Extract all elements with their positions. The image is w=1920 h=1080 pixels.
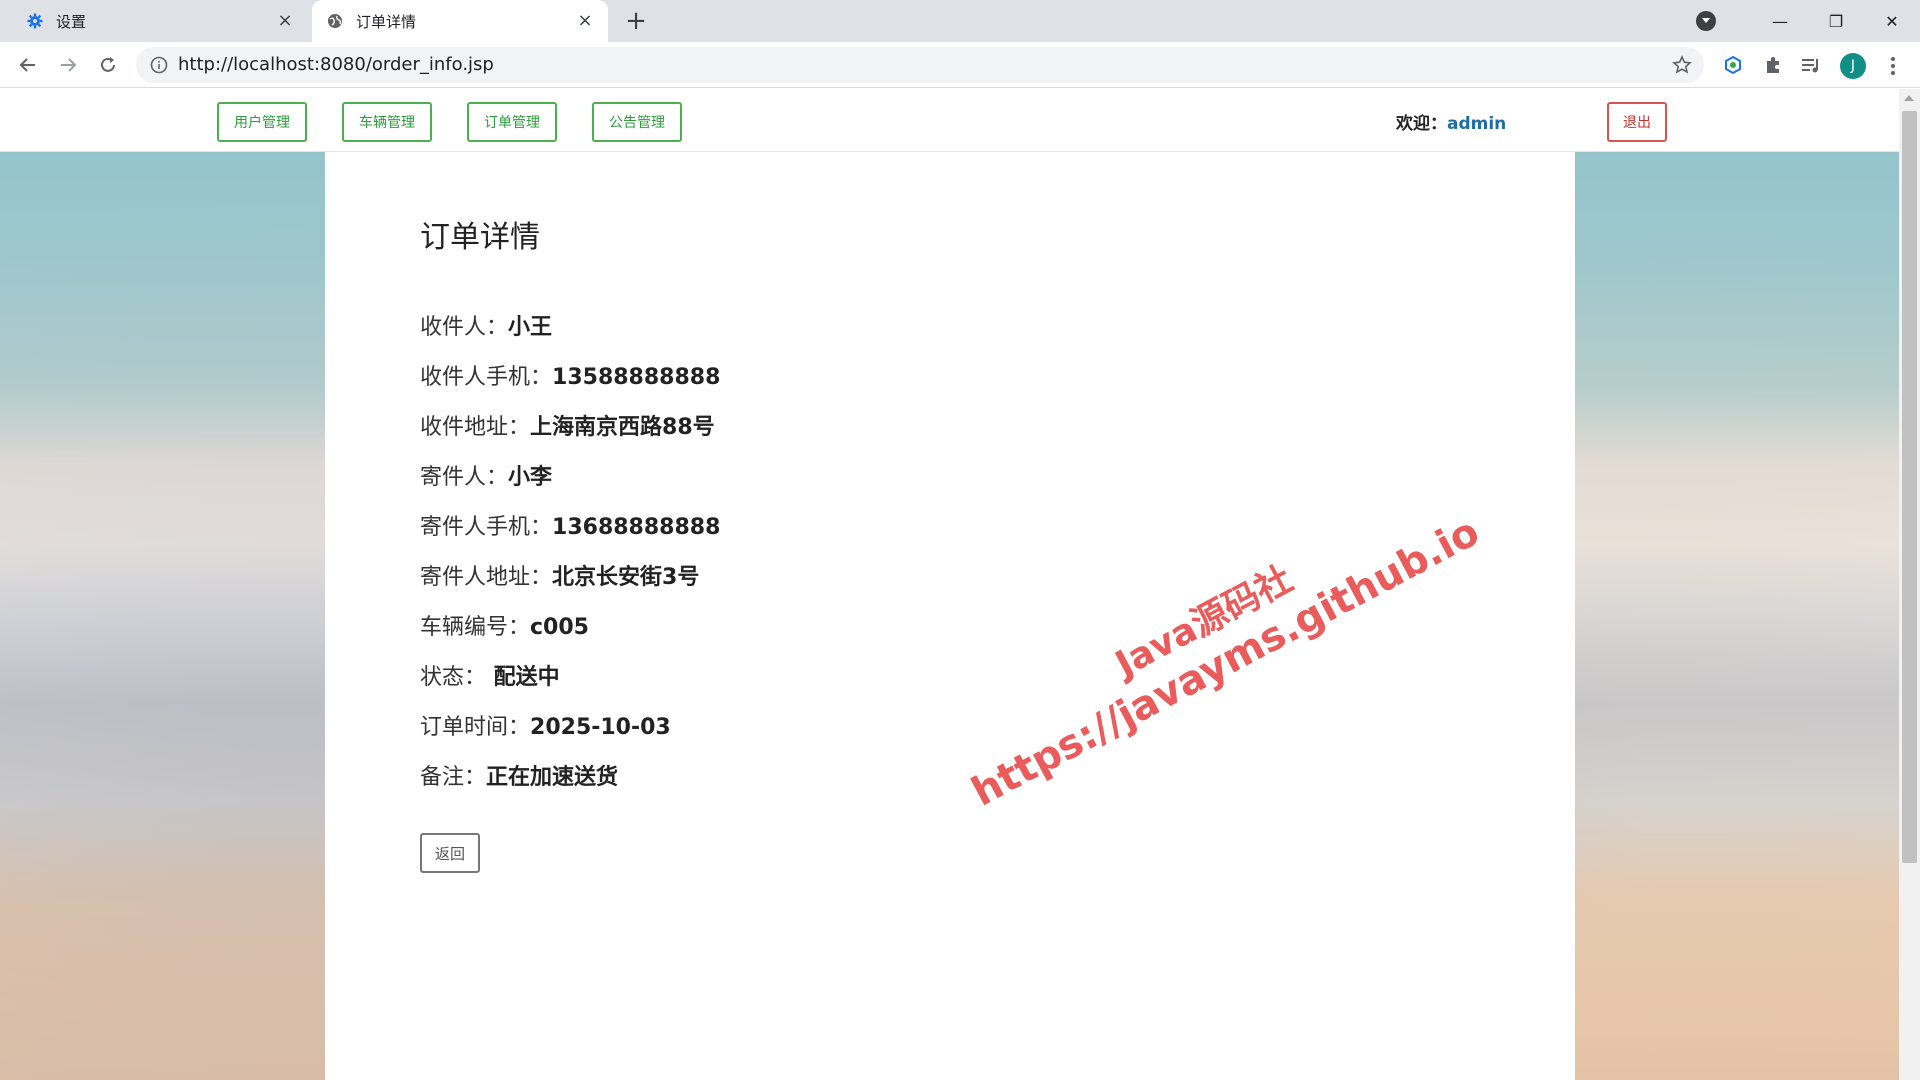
field-recipient-address: 收件地址：上海南京西路88号 <box>420 409 715 441</box>
field-label: 状态： <box>420 665 487 690</box>
field-recipient: 收件人：小王 <box>420 309 552 341</box>
extensions-puzzle-icon[interactable] <box>1762 54 1784 76</box>
address-bar[interactable]: http://localhost:8080/order_info.jsp <box>136 47 1704 83</box>
field-label: 收件人手机： <box>420 365 553 390</box>
extension-hex-icon[interactable] <box>1722 54 1744 76</box>
close-window-icon[interactable]: ✕ <box>1864 0 1920 42</box>
nav-order-management[interactable]: 订单管理 <box>467 102 557 142</box>
field-value: 上海南京西路88号 <box>530 415 715 440</box>
close-tab-icon[interactable]: × <box>576 12 594 30</box>
field-remark: 备注：正在加速送货 <box>420 759 618 791</box>
scrollbar-thumb[interactable] <box>1902 111 1917 863</box>
field-value: 小王 <box>508 315 553 340</box>
field-value: c005 <box>530 615 589 640</box>
field-value: 13588888888 <box>552 365 721 390</box>
username[interactable]: admin <box>1447 114 1506 134</box>
media-queue-icon[interactable] <box>1800 54 1822 76</box>
forward-arrow-icon[interactable] <box>54 51 82 79</box>
field-label: 寄件人地址： <box>420 565 553 590</box>
page-title: 订单详情 <box>420 220 540 255</box>
field-value: 13688888888 <box>552 515 721 540</box>
globe-icon <box>326 12 344 30</box>
site-info-icon[interactable] <box>150 56 168 74</box>
field-label: 收件地址： <box>420 415 531 440</box>
tab-order-info[interactable]: 订单详情 × <box>312 0 608 42</box>
url-text[interactable]: http://localhost:8080/order_info.jsp <box>178 47 494 83</box>
close-tab-icon[interactable]: × <box>276 12 294 30</box>
field-sender-phone: 寄件人手机：13688888888 <box>420 509 720 541</box>
field-label: 收件人： <box>420 315 509 340</box>
field-value: 正在加速送货 <box>486 765 619 790</box>
tab-title: 订单详情 <box>356 12 417 31</box>
profile-avatar[interactable]: J <box>1840 53 1866 79</box>
nav-user-management[interactable]: 用户管理 <box>217 102 307 142</box>
window-controls: — ❐ ✕ <box>1696 0 1920 42</box>
logout-button[interactable]: 退出 <box>1607 102 1667 142</box>
browser-menu-icon[interactable] <box>1886 55 1900 77</box>
restore-icon[interactable]: ❐ <box>1808 0 1864 42</box>
field-vehicle-number: 车辆编号：c005 <box>420 609 589 641</box>
tab-settings[interactable]: 设置 × <box>10 0 308 42</box>
tab-title: 设置 <box>56 12 87 31</box>
field-label: 备注： <box>420 765 487 790</box>
welcome-text: 欢迎：admin <box>1396 109 1506 134</box>
field-value: 小李 <box>508 465 553 490</box>
field-label: 寄件人： <box>420 465 509 490</box>
page-scrollbar[interactable] <box>1899 89 1920 1080</box>
field-value: 北京长安街3号 <box>552 565 700 590</box>
field-label: 车辆编号： <box>420 615 531 640</box>
order-detail-panel: 订单详情 收件人：小王 收件人手机：13588888888 收件地址：上海南京西… <box>325 152 1575 1080</box>
field-sender-address: 寄件人地址：北京长安街3号 <box>420 559 699 591</box>
field-status: 状态： 配送中 <box>420 659 560 691</box>
admin-top-nav: 用户管理 车辆管理 订单管理 公告管理 欢迎：admin 退出 <box>0 89 1899 152</box>
back-button[interactable]: 返回 <box>420 833 480 873</box>
browser-tab-strip: 设置 × 订单详情 × + — ❐ ✕ <box>0 0 1920 42</box>
field-label: 寄件人手机： <box>420 515 553 540</box>
field-sender: 寄件人：小李 <box>420 459 552 491</box>
page-viewport: 用户管理 车辆管理 订单管理 公告管理 欢迎：admin 退出 订单详情 收件人… <box>0 89 1899 1080</box>
minimize-icon[interactable]: — <box>1752 0 1808 42</box>
field-order-time: 订单时间：2025-10-03 <box>420 709 671 741</box>
welcome-label: 欢迎： <box>1396 114 1447 134</box>
tab-search-icon[interactable] <box>1696 11 1716 31</box>
field-label: 订单时间： <box>420 715 531 740</box>
browser-toolbar: http://localhost:8080/order_info.jsp <box>0 42 1920 88</box>
reload-icon[interactable] <box>94 51 122 79</box>
field-value: 2025-10-03 <box>530 715 671 740</box>
back-arrow-icon[interactable] <box>14 51 42 79</box>
bookmark-star-icon[interactable] <box>1672 55 1692 75</box>
new-tab-button[interactable]: + <box>622 8 650 36</box>
gear-icon <box>26 12 44 30</box>
nav-vehicle-management[interactable]: 车辆管理 <box>342 102 432 142</box>
scroll-up-arrow-icon[interactable] <box>1904 95 1914 101</box>
field-recipient-phone: 收件人手机：13588888888 <box>420 359 720 391</box>
nav-announcement-management[interactable]: 公告管理 <box>592 102 682 142</box>
field-value: 配送中 <box>486 665 560 690</box>
